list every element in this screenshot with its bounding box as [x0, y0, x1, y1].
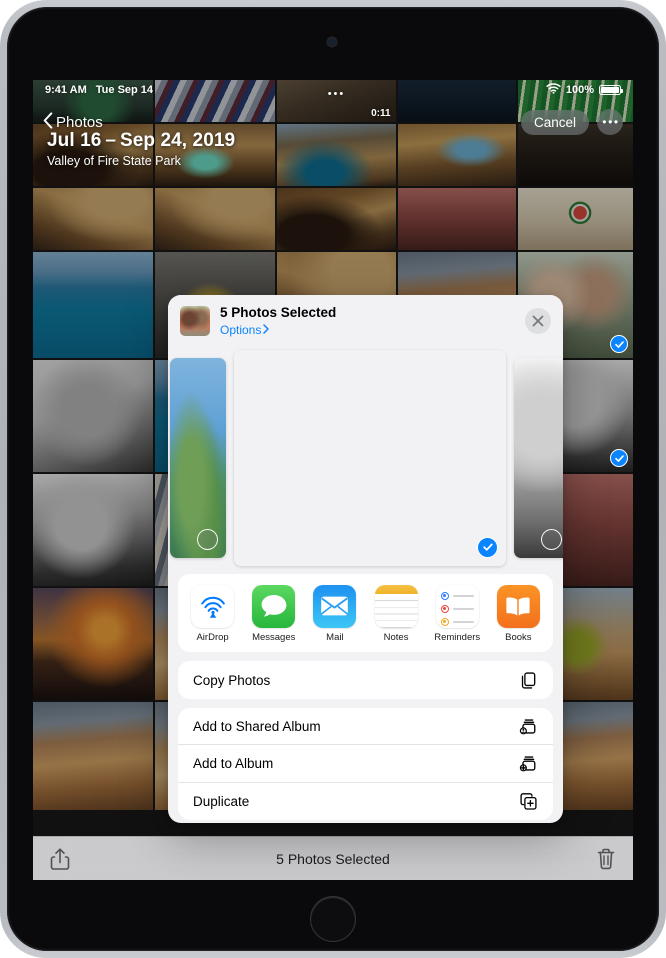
photo-preview-strip[interactable] — [168, 345, 563, 574]
status-date: Tue Sep 14 — [95, 84, 154, 96]
photo-dim-overlay — [33, 188, 154, 250]
photo-dim-overlay — [33, 474, 154, 586]
preview-cactus[interactable] — [170, 357, 226, 558]
preview-portrait[interactable] — [234, 350, 506, 566]
photo-dim-overlay — [33, 252, 154, 358]
front-camera — [328, 38, 336, 46]
photo-rocks[interactable] — [277, 188, 396, 250]
airdrop-icon — [191, 584, 235, 628]
checkmark-circle-icon[interactable] — [477, 536, 498, 558]
share-app-notes[interactable]: Notes — [368, 584, 424, 643]
photo-dim-overlay — [277, 188, 396, 250]
share-app-label: Notes — [383, 631, 409, 643]
shared-album-icon — [519, 717, 538, 736]
battery-percent: 100% — [565, 84, 594, 96]
more-options-button[interactable]: ••• — [597, 109, 623, 135]
photo-grid-row — [33, 188, 633, 250]
photo-dim-overlay — [33, 360, 154, 472]
photo-canyon2[interactable] — [33, 188, 154, 250]
share-app-reminders[interactable]: Reminders — [429, 584, 485, 643]
share-app-label: Books — [505, 631, 532, 643]
share-action-group: Add to Shared Album Add to Album Duplicate — [178, 707, 553, 821]
wifi-icon — [546, 83, 561, 97]
empty-circle-icon[interactable] — [197, 528, 218, 550]
album-title-block: Jul 16 – Sep 24, 2019 Valley of Fire Sta… — [47, 130, 235, 168]
notes-icon — [374, 584, 418, 628]
share-action-add-to-album[interactable]: Add to Album — [178, 745, 553, 783]
photo-stripe-rock[interactable] — [33, 702, 154, 810]
books-icon — [496, 584, 540, 628]
bottom-toolbar: 5 Photos Selected — [33, 836, 633, 880]
share-sheet-title: 5 Photos Selected — [220, 305, 337, 320]
copy-icon — [519, 671, 538, 690]
share-app-airdrop[interactable]: AirDrop — [185, 584, 241, 643]
cancel-button[interactable]: Cancel — [520, 109, 589, 135]
photo-dim-overlay — [155, 188, 276, 250]
ipad-screen: ••• 0:11 9:41 AM Tue Sep 14 100% Photos … — [33, 80, 633, 880]
checkmark-circle-icon[interactable] — [610, 449, 628, 467]
share-sheet-header: 5 Photos Selected Options — [168, 295, 563, 346]
share-action-label: Copy Photos — [193, 672, 271, 688]
add-album-icon — [519, 754, 538, 773]
duplicate-icon — [519, 792, 538, 811]
messages-icon — [252, 584, 296, 628]
photo-dim-overlay — [33, 702, 154, 810]
chevron-right-icon — [263, 323, 270, 337]
status-time: 9:41 AM — [45, 84, 87, 96]
share-action-label: Duplicate — [193, 794, 250, 810]
home-button[interactable] — [310, 896, 356, 942]
photo-dim-overlay — [517, 188, 633, 250]
share-app-messages[interactable]: Messages — [246, 584, 302, 643]
share-action-copy-photos[interactable]: Copy Photos — [178, 661, 553, 699]
toolbar-selection-label: 5 Photos Selected — [276, 850, 390, 867]
share-app-label: AirDrop — [196, 631, 229, 643]
share-sheet[interactable]: 5 Photos Selected Options AirDrop Messag… — [168, 295, 563, 823]
photo-sunset-hikers[interactable] — [33, 588, 154, 700]
status-bar: 9:41 AM Tue Sep 14 100% — [33, 80, 633, 100]
photo-dim-overlay — [33, 588, 154, 700]
selected-photo-thumbnail — [180, 305, 210, 336]
share-app-books[interactable]: Books — [490, 584, 546, 643]
share-actions-list[interactable]: Copy Photos Add to Shared Album Add to Alb… — [178, 661, 553, 821]
preview-bw-child[interactable] — [514, 357, 563, 558]
share-app-label: Mail — [326, 631, 344, 643]
photo-bw-kiss[interactable] — [33, 474, 154, 586]
checkmark-circle-icon[interactable] — [610, 335, 628, 353]
share-action-add-to-shared-album[interactable]: Add to Shared Album — [178, 708, 553, 746]
trash-icon[interactable] — [595, 847, 617, 871]
share-action-label: Add to Album — [193, 756, 274, 772]
date-range-title: Jul 16 – Sep 24, 2019 — [47, 130, 236, 151]
share-action-label: Add to Shared Album — [193, 718, 321, 734]
share-app-label: Reminders — [434, 631, 481, 643]
options-button[interactable]: Options — [220, 323, 515, 337]
ipad-device-frame: ••• 0:11 9:41 AM Tue Sep 14 100% Photos … — [0, 0, 666, 958]
photo-teal-sea[interactable] — [33, 252, 154, 358]
reminders-icon — [435, 584, 479, 628]
photo-canyon3[interactable] — [155, 188, 276, 250]
share-app-label: Messages — [252, 631, 296, 643]
back-label: Photos — [56, 113, 103, 131]
share-icon[interactable] — [49, 847, 71, 871]
photo-bw-family[interactable] — [33, 360, 154, 472]
share-action-group: Copy Photos — [178, 661, 553, 699]
photo-dim-overlay — [397, 188, 516, 250]
mail-icon — [313, 584, 357, 628]
share-apps-row[interactable]: AirDrop Messages Mail Notes Reminders Books — [178, 573, 553, 653]
share-app-mail[interactable]: Mail — [307, 584, 363, 643]
battery-full-icon — [599, 84, 623, 96]
photo-melon[interactable] — [517, 188, 633, 250]
empty-circle-icon[interactable] — [541, 528, 562, 550]
photo-rose[interactable] — [397, 188, 516, 250]
share-action-duplicate[interactable]: Duplicate — [178, 783, 553, 821]
close-icon[interactable] — [525, 307, 551, 334]
place-subtitle: Valley of Fire State Park — [47, 154, 181, 168]
options-label: Options — [220, 322, 262, 337]
